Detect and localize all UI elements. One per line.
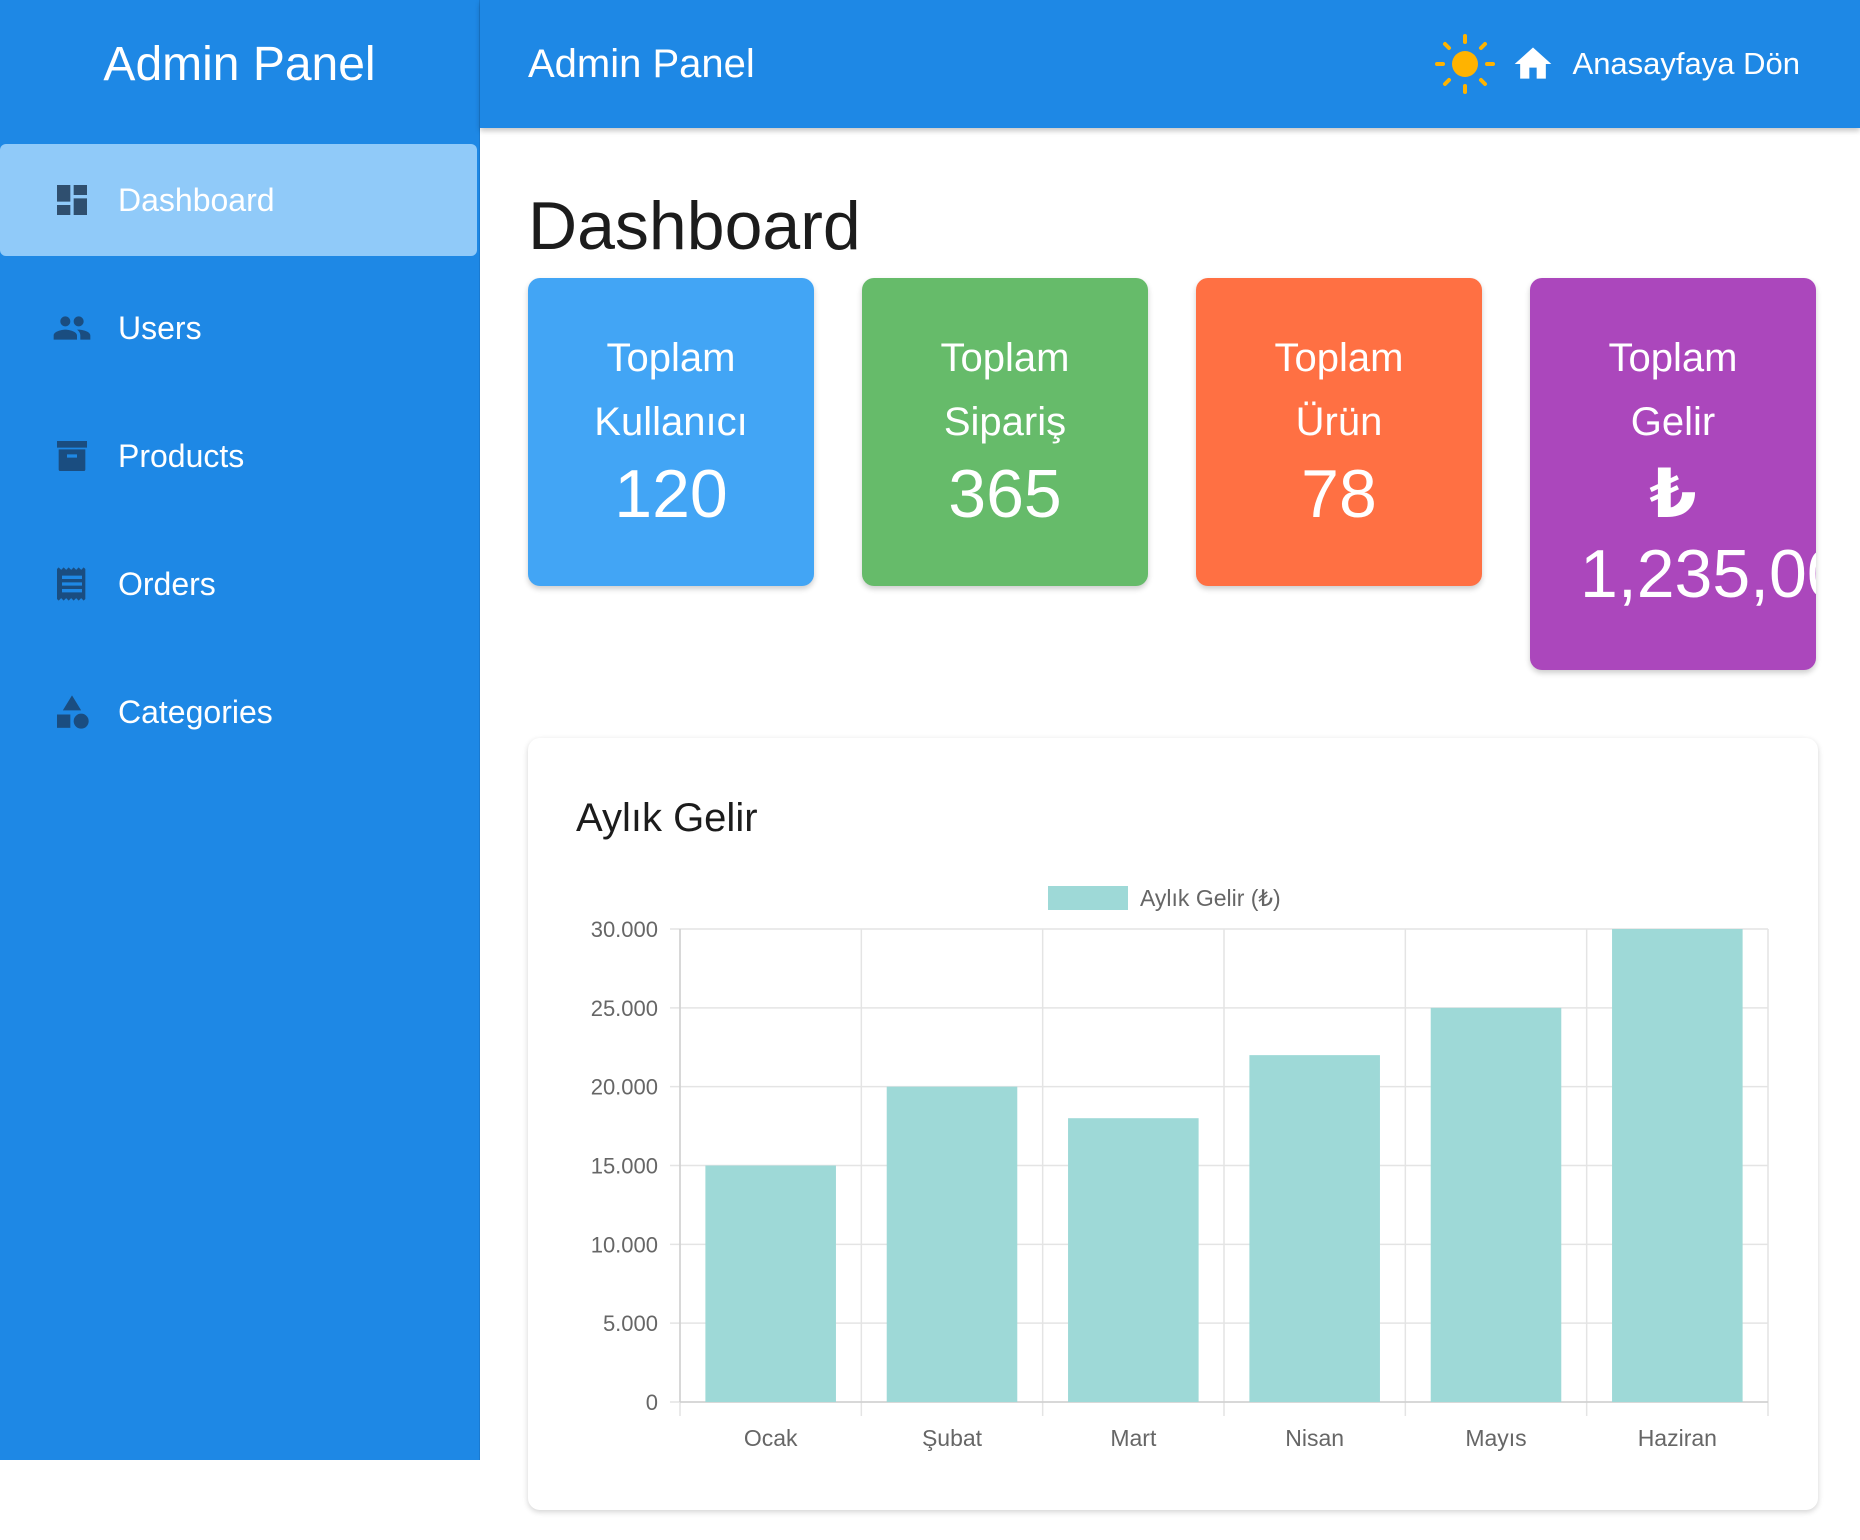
stat-card-orders: Toplam Sipariş 365 — [862, 278, 1148, 586]
page-title: Dashboard — [528, 188, 861, 264]
sidebar-item-label: Categories — [118, 693, 273, 730]
y-tick-label: 15.000 — [591, 1154, 658, 1179]
sidebar-item-dashboard[interactable]: Dashboard — [0, 144, 477, 256]
y-tick-label: 20.000 — [591, 1075, 658, 1100]
currency-symbol: ₺ — [1649, 456, 1697, 532]
sidebar-item-products[interactable]: Products — [0, 400, 477, 512]
stat-card-label: Toplam Ürün — [1196, 278, 1482, 454]
stat-card-label-line1: Toplam — [1608, 336, 1738, 380]
x-tick-label: Mart — [1110, 1425, 1157, 1451]
sidebar-item-label: Users — [118, 309, 202, 346]
sidebar-item-users[interactable]: Users — [0, 272, 477, 384]
monthly-revenue-chart: 0 5.000 10.000 15.000 20.000 25.000 30.000 Ocak… — [591, 885, 1769, 1451]
sidebar-title: Admin Panel — [103, 37, 376, 91]
stat-card-value: 1,235,00 — [1580, 536, 1816, 612]
stat-card-label-line2: Gelir — [1630, 400, 1716, 444]
stat-card-value: 120 — [614, 456, 728, 532]
app-bar-title: Admin Panel — [528, 41, 755, 86]
sun-icon — [1434, 34, 1495, 94]
stat-card-label-line2: Ürün — [1295, 400, 1383, 444]
stat-card-label-line2: Sipariş — [943, 400, 1067, 444]
sidebar-item-categories[interactable]: Categories — [0, 656, 477, 768]
sidebar: Admin Panel Dashboard Users Products Ord… — [0, 0, 480, 1460]
stat-card-label: Toplam Kullanıcı — [528, 278, 814, 454]
stat-card-label-line1: Toplam — [606, 336, 736, 380]
x-tick-label: Haziran — [1638, 1425, 1717, 1451]
bar-ocak — [705, 1165, 836, 1402]
sidebar-item-orders[interactable]: Orders — [0, 528, 477, 640]
sidebar-nav: Dashboard Users Products Orders Categori… — [0, 144, 479, 768]
y-tick-label: 25.000 — [591, 996, 658, 1021]
y-tick-label: 0 — [646, 1390, 658, 1415]
main-content: Dashboard Toplam Kullanıcı 120 Toplam Si… — [528, 128, 1818, 718]
users-icon — [50, 306, 94, 350]
stat-card-label-line1: Toplam — [1274, 336, 1404, 380]
home-link-button[interactable]: Anasayfaya Dön — [1511, 42, 1800, 86]
stat-card-label-line2: Kullanıcı — [594, 400, 748, 444]
stat-card-label: Toplam Gelir — [1530, 278, 1816, 454]
stat-card-products: Toplam Ürün 78 — [1196, 278, 1482, 586]
monthly-revenue-card: Aylık Gelir 0 5.000 10.000 15.000 20.000 25.0… — [528, 738, 1818, 1510]
bar-mart — [1068, 1118, 1199, 1402]
theme-toggle-button[interactable] — [1433, 32, 1497, 96]
legend-label: Aylık Gelir (₺) — [1140, 885, 1281, 911]
app-bar-actions: Anasayfaya Dön — [1433, 32, 1800, 96]
stat-card-value: 365 — [948, 456, 1062, 532]
bar-şubat — [886, 1086, 1018, 1402]
y-tick-label: 10.000 — [591, 1232, 658, 1257]
stat-cards: Toplam Kullanıcı 120 Toplam Sipariş 365 … — [528, 278, 1818, 718]
bar-haziran — [1612, 929, 1743, 1402]
sidebar-item-label: Orders — [118, 565, 216, 602]
dashboard-icon — [50, 178, 94, 222]
category-shapes-icon — [50, 690, 94, 734]
y-tick-label: 30.000 — [591, 917, 658, 942]
app-bar: Admin Panel Anasayfaya Dön — [480, 0, 1860, 128]
x-tick-label: Şubat — [922, 1425, 983, 1451]
bar-nisan — [1249, 1055, 1380, 1402]
x-tick-label: Ocak — [744, 1425, 798, 1451]
receipt-icon — [50, 562, 94, 606]
stat-card-label-line1: Toplam — [940, 336, 1070, 380]
stat-card-label: Toplam Sipariş — [862, 278, 1148, 454]
bar-mayıs — [1430, 1007, 1562, 1402]
legend-swatch — [1048, 886, 1128, 910]
x-tick-label: Nisan — [1285, 1425, 1344, 1451]
archive-box-icon — [50, 434, 94, 478]
home-icon — [1514, 47, 1551, 79]
x-tick-label: Mayıs — [1465, 1425, 1526, 1451]
home-link-label: Anasayfaya Dön — [1572, 46, 1800, 81]
sidebar-item-label: Products — [118, 437, 245, 474]
stat-card-users: Toplam Kullanıcı 120 — [528, 278, 814, 586]
stat-card-revenue: Toplam Gelir ₺ 1,235,00 — [1530, 278, 1816, 670]
sidebar-item-label: Dashboard — [118, 181, 275, 218]
y-tick-label: 5.000 — [603, 1311, 658, 1336]
stat-card-value: 78 — [1301, 456, 1377, 532]
